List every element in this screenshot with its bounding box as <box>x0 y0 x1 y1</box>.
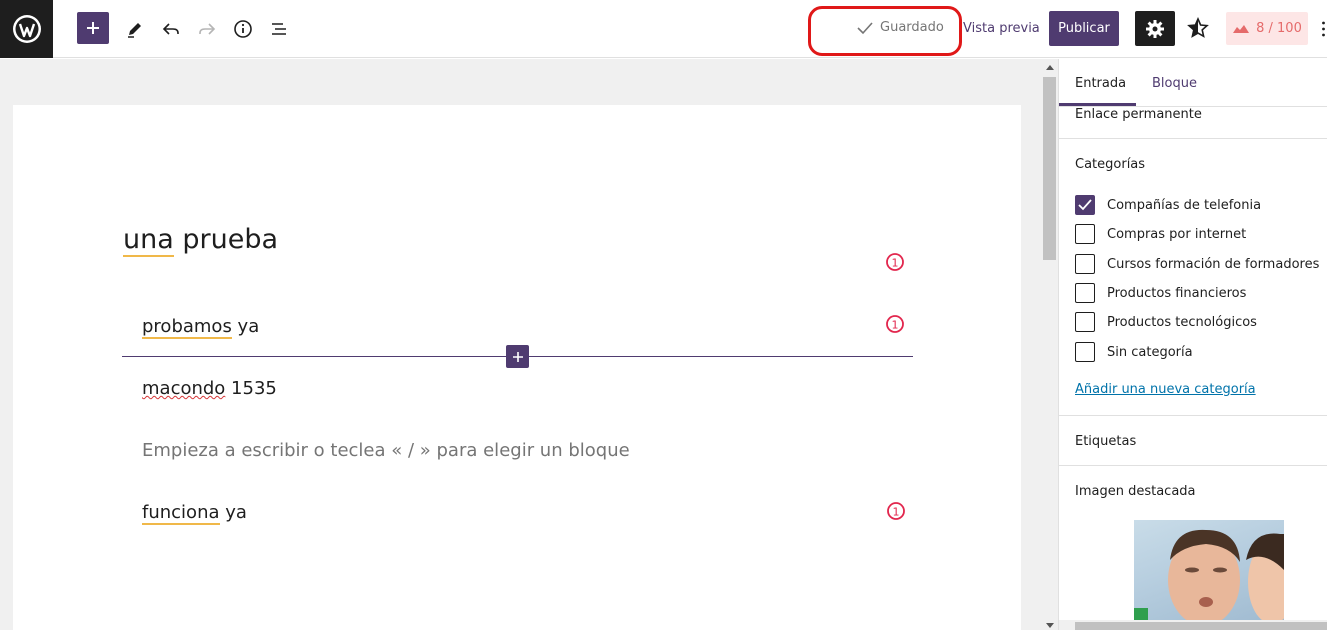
category-label: Compras por internet <box>1107 227 1247 242</box>
list-view-button[interactable] <box>263 13 295 45</box>
publish-button[interactable]: Publicar <box>1049 11 1119 46</box>
seo-score-label: 8 / 100 <box>1256 21 1302 36</box>
paragraph-block[interactable]: funciona ya <box>142 502 247 525</box>
category-label: Compañías de telefonia <box>1107 198 1262 213</box>
seo-score-button[interactable]: 8 / 100 <box>1226 12 1308 45</box>
score-icon <box>1233 24 1250 33</box>
category-checkbox[interactable] <box>1075 342 1095 362</box>
category-checkbox[interactable] <box>1075 224 1095 244</box>
paragraph-underlined-word: probamos <box>142 316 232 339</box>
star-icon <box>1187 17 1209 38</box>
scroll-up-icon[interactable] <box>1045 63 1055 71</box>
divider <box>1059 138 1327 139</box>
paragraph-block[interactable]: probamos ya <box>142 316 260 339</box>
list-view-icon <box>272 23 286 35</box>
categories-panel-title[interactable]: Categorías <box>1075 157 1145 172</box>
settings-button[interactable] <box>1135 11 1175 46</box>
paragraph-rest: ya <box>219 502 247 523</box>
tab-entrada[interactable]: Entrada <box>1075 76 1126 91</box>
saved-label: Guardado <box>880 20 944 35</box>
featured-image[interactable] <box>1134 520 1284 622</box>
undo-icon <box>162 23 179 35</box>
scroll-down-icon[interactable] <box>1045 622 1055 630</box>
empty-paragraph-placeholder[interactable]: Empieza a escribir o teclea « / » para e… <box>142 440 630 461</box>
details-button[interactable] <box>227 13 259 45</box>
tab-bloque[interactable]: Bloque <box>1152 76 1197 91</box>
issue-icon[interactable]: 1 <box>886 501 906 521</box>
edit-tool-button[interactable] <box>119 13 151 45</box>
preview-button[interactable]: Vista previa <box>963 21 1040 36</box>
divider <box>1059 465 1327 466</box>
svg-text:1: 1 <box>892 319 899 332</box>
plus-icon <box>512 351 523 362</box>
issue-icon[interactable]: 1 <box>885 252 905 272</box>
redo-icon <box>199 23 216 35</box>
top-toolbar: Guardado Vista previa Publicar 8 / 100 <box>0 0 1327 58</box>
star-button[interactable] <box>1184 14 1212 42</box>
add-category-link[interactable]: Añadir una nueva categoría <box>1075 382 1256 397</box>
title-word-prueba: prueba <box>182 224 279 255</box>
check-icon <box>1078 199 1092 211</box>
paragraph-misspelled-word: macondo <box>142 378 226 399</box>
block-inserter-button[interactable] <box>506 345 529 368</box>
redo-button[interactable] <box>191 13 223 45</box>
featured-image-picture <box>1134 529 1284 622</box>
category-label: Productos financieros <box>1107 286 1247 301</box>
category-checkbox[interactable] <box>1075 195 1095 215</box>
saved-status: Guardado <box>856 20 944 35</box>
more-options-icon[interactable] <box>1320 20 1327 38</box>
category-checkbox[interactable] <box>1075 312 1095 332</box>
check-icon <box>857 21 873 34</box>
undo-button[interactable] <box>155 13 187 45</box>
divider <box>1059 415 1327 416</box>
svg-text:1: 1 <box>893 506 900 519</box>
permalink-panel-title[interactable]: Enlace permanente <box>1075 107 1202 122</box>
paragraph-rest: 1535 <box>225 378 277 399</box>
sidebar-scrollbar-thumb[interactable] <box>1075 622 1327 630</box>
wordpress-logo-icon[interactable] <box>0 0 53 58</box>
issue-icon[interactable]: 1 <box>885 314 905 334</box>
pencil-icon <box>128 23 141 38</box>
tags-panel-title[interactable]: Etiquetas <box>1075 434 1136 449</box>
category-label: Cursos formación de formadores <box>1107 257 1320 272</box>
editor-scrollbar-thumb[interactable] <box>1043 77 1056 260</box>
title-word-una: una <box>123 224 174 257</box>
paragraph-underlined-word: funciona <box>142 502 220 525</box>
active-tab-indicator <box>1059 103 1136 106</box>
post-title[interactable]: una prueba <box>123 224 279 257</box>
featured-image-panel-title[interactable]: Imagen destacada <box>1075 484 1196 499</box>
paragraph-rest: ya <box>231 316 260 337</box>
category-checkbox[interactable] <box>1075 283 1095 303</box>
add-block-button[interactable] <box>77 12 109 44</box>
svg-text:1: 1 <box>892 257 899 270</box>
paragraph-block[interactable]: macondo 1535 <box>142 378 277 399</box>
info-icon <box>234 20 252 38</box>
category-label: Productos tecnológicos <box>1107 315 1257 330</box>
category-checkbox[interactable] <box>1075 254 1095 274</box>
plus-icon <box>87 22 99 34</box>
category-label: Sin categoría <box>1107 345 1193 360</box>
gear-icon <box>1146 19 1164 38</box>
